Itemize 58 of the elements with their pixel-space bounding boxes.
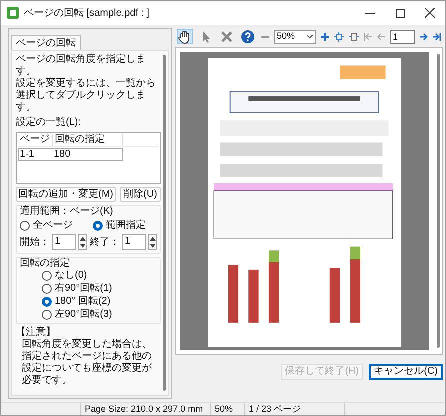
close-icon bbox=[425, 8, 435, 18]
tool-button[interactable] bbox=[177, 29, 193, 44]
table-cell-text: 180 bbox=[53, 148, 72, 162]
status-text: Page Size: 210.0 x 297.0 mm bbox=[81, 403, 211, 415]
next-page-icon[interactable] bbox=[420, 32, 428, 40]
column-header[interactable]: 回転の指定 bbox=[53, 134, 123, 146]
radio-button[interactable] bbox=[20, 221, 30, 231]
down-arrow-icon[interactable] bbox=[150, 244, 156, 248]
add-rotation-button[interactable]: 回転の追加・変更(M) bbox=[16, 187, 116, 202]
radio-label: 全ページ bbox=[33, 220, 73, 232]
window-title: ページの回転 [sample.pdf : ] bbox=[24, 6, 150, 20]
zoom-select[interactable]: 50% bbox=[274, 30, 316, 44]
list-label: 設定の一覧(L): bbox=[16, 117, 82, 129]
column-header[interactable]: ページ bbox=[18, 134, 53, 146]
field-label: 開始： bbox=[20, 236, 50, 250]
maximize-icon bbox=[396, 8, 404, 18]
radio-button[interactable] bbox=[42, 284, 52, 294]
group-label: 適用範囲：ページ(K) bbox=[20, 206, 114, 218]
radio-button[interactable] bbox=[42, 271, 52, 281]
up-arrow-icon[interactable] bbox=[80, 236, 86, 240]
status-text: 50% bbox=[211, 403, 245, 415]
up-arrow-icon[interactable] bbox=[150, 236, 156, 240]
close-icon bbox=[221, 30, 233, 42]
radio-label: 180° 回転(2) bbox=[55, 296, 111, 308]
last-page-icon[interactable] bbox=[433, 32, 441, 40]
radio-button[interactable] bbox=[93, 221, 103, 231]
radio-label: 範囲指定 bbox=[106, 220, 146, 232]
tab[interactable]: ページの回転 bbox=[11, 35, 81, 50]
list-row[interactable]: 1-1 180 bbox=[18, 148, 123, 161]
help-icon bbox=[241, 30, 255, 44]
zoom-in-icon[interactable] bbox=[321, 32, 329, 40]
radio-label: なし(0) bbox=[55, 270, 88, 282]
description-text: ページの回転角度を指定します。 bbox=[16, 54, 147, 78]
minimize-icon bbox=[365, 12, 375, 14]
delete-button[interactable]: 削除(U) bbox=[120, 187, 161, 202]
radio-label: 右90°回転(1) bbox=[55, 283, 112, 295]
start-page-field[interactable]: 1 bbox=[52, 234, 76, 250]
radio-button[interactable] bbox=[42, 297, 52, 307]
note-title: 【注意】 bbox=[16, 327, 57, 338]
tool-button[interactable] bbox=[240, 29, 256, 44]
radio-button[interactable] bbox=[42, 310, 52, 320]
hand-icon bbox=[178, 30, 192, 44]
down-arrow-icon[interactable] bbox=[80, 244, 86, 248]
fit-page-icon[interactable] bbox=[334, 32, 344, 42]
group-label: 回転の指定 bbox=[20, 258, 71, 270]
fit-width-icon[interactable] bbox=[349, 32, 359, 42]
pointer-icon bbox=[201, 30, 211, 44]
caret-icon bbox=[307, 34, 313, 38]
end-page-field[interactable]: 1 bbox=[122, 234, 146, 250]
cancel-button[interactable]: キャンセル(C) bbox=[369, 364, 443, 380]
field-label: 終了： bbox=[90, 236, 120, 250]
status-text: 1 / 23 ページ bbox=[245, 403, 345, 415]
radio-label: 左90°回転(3) bbox=[55, 309, 112, 321]
page-number-field[interactable]: 1 bbox=[390, 30, 415, 44]
app-icon bbox=[7, 7, 19, 19]
note-text: 回転角度を変更した場合は、指定されたページにある他の設定についても座標の変更が必要です。 bbox=[21, 339, 153, 387]
table-cell-text: 1-1 bbox=[19, 148, 36, 162]
description-text: 設定を変更するには、一覧から選択してダブルクリックします。 bbox=[16, 78, 157, 114]
